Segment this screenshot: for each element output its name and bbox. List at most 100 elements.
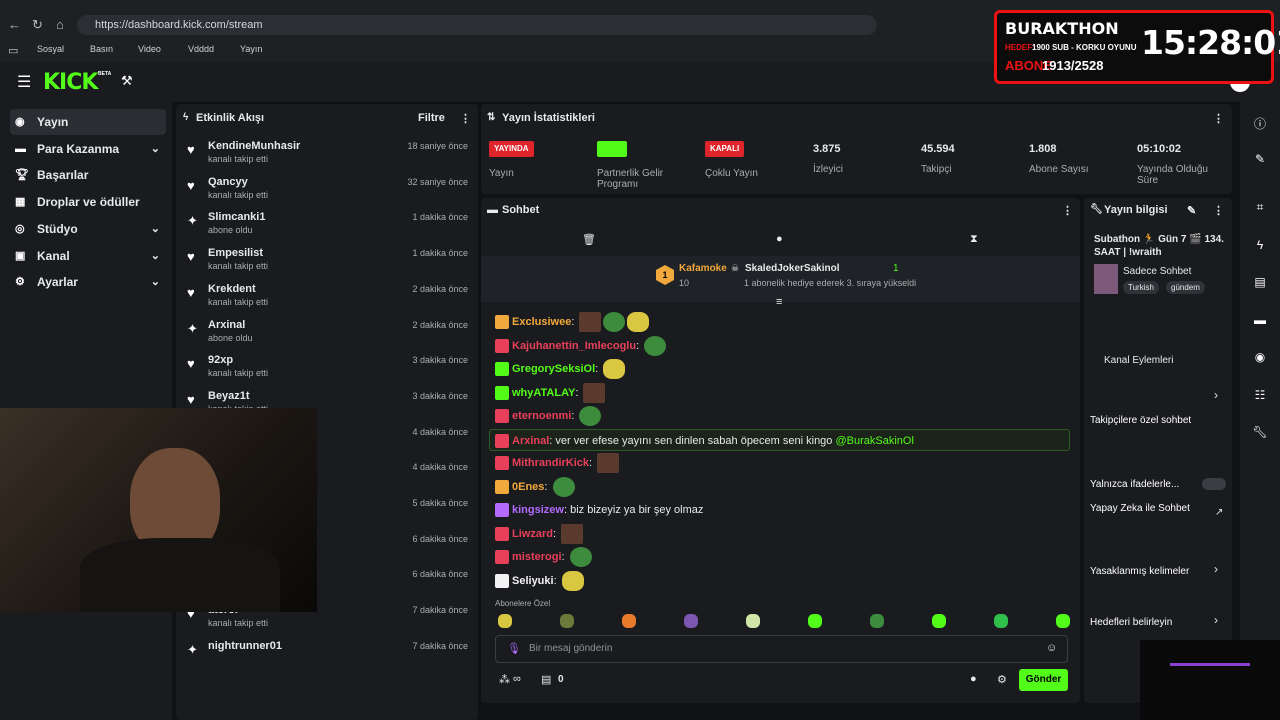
activity-item[interactable]: ✦ Slimcanki1 abone oldu 1 dakika önce xyxy=(187,211,472,245)
chat-emote[interactable] xyxy=(644,335,667,356)
chat-emote[interactable] xyxy=(603,359,626,380)
chat-username[interactable]: eternoenmi xyxy=(512,410,571,422)
home-icon[interactable]: ⌂ xyxy=(56,17,64,32)
sub-emote[interactable] xyxy=(746,614,760,628)
activity-item[interactable]: ♥ 92xp kanalı takip etti 3 dakika önce xyxy=(187,354,472,388)
chat-emote[interactable] xyxy=(627,312,650,333)
ai-chat[interactable]: Yapay Zeka ile Sohbet xyxy=(1090,503,1190,514)
tag[interactable]: gündem xyxy=(1166,281,1205,294)
crop-icon[interactable]: ⌗ xyxy=(1252,200,1268,216)
hourglass-icon[interactable]: ⧗ xyxy=(970,233,978,246)
address-bar[interactable]: https://dashboard.kick.com/stream xyxy=(77,15,877,35)
menu-icon[interactable]: ☰ xyxy=(17,72,31,92)
category-name[interactable]: Sadece Sohbet xyxy=(1123,266,1191,277)
points-icon[interactable]: ⁂ xyxy=(499,673,510,686)
gifter-name[interactable]: Kafamoke xyxy=(679,263,727,274)
activity-item[interactable]: ✦ Arxinal abone oldu 2 dakika önce xyxy=(187,319,472,353)
chat-username[interactable]: Kajuhanettin_Imlecoglu xyxy=(512,340,636,352)
kick-logo[interactable]: KICK xyxy=(43,70,98,95)
sidebar-item-yayin[interactable]: ◉ Yayın xyxy=(10,109,166,135)
bookmark-item[interactable]: Video xyxy=(138,44,161,54)
emote-only-chat[interactable]: Yalnızca ifadelerle... xyxy=(1090,479,1179,490)
sub-emote[interactable] xyxy=(1056,614,1070,628)
broadcast-icon[interactable]: ◉ xyxy=(1252,350,1268,366)
more-icon[interactable]: ⋮ xyxy=(1213,204,1224,217)
chat-emote[interactable] xyxy=(579,312,602,333)
activity-item[interactable]: ♥ Krekdent kanalı takip etti 2 dakika önce xyxy=(187,283,472,317)
chat-icon[interactable]: ▬ xyxy=(1252,313,1268,329)
edit-icon[interactable]: ✎ xyxy=(1187,204,1196,217)
bookmark-icon[interactable]: ▭ xyxy=(8,44,18,57)
activity-item[interactable]: ♥ KendineMunhasir kanalı takip etti 18 sani… xyxy=(187,140,472,174)
sidebar-item-droplar[interactable]: ▦ Droplar ve ödüller xyxy=(10,189,166,215)
chevron-right-icon[interactable]: › xyxy=(1214,562,1218,576)
activity-user[interactable]: Krekdent xyxy=(208,283,256,295)
hammer-icon[interactable]: ⚒ xyxy=(121,73,133,89)
store-icon[interactable]: ▤ xyxy=(541,673,551,686)
chat-bubble-icon[interactable]: ● xyxy=(776,233,783,245)
chat-username[interactable]: Liwzard xyxy=(512,528,553,540)
chat-emote[interactable] xyxy=(552,476,575,497)
activity-item[interactable]: ♥ Qancyy kanalı takip etti 32 saniye önce xyxy=(187,176,472,210)
chat-username[interactable]: misterogi xyxy=(512,551,562,563)
back-icon[interactable]: ← xyxy=(8,17,21,32)
chat-username[interactable]: GregorySeksiOl xyxy=(512,363,595,375)
chat-emote[interactable] xyxy=(579,406,602,427)
chat-emote[interactable] xyxy=(561,570,584,591)
activity-user[interactable]: KendineMunhasir xyxy=(208,140,300,152)
activity-user[interactable]: Empesilist xyxy=(208,247,263,259)
activity-user[interactable]: Arxinal xyxy=(208,319,245,331)
lightning-icon[interactable]: ϟ xyxy=(1252,238,1268,254)
chat-username[interactable]: 0Enes xyxy=(512,481,544,493)
refresh-icon[interactable]: ↻ xyxy=(32,17,43,33)
chat-bubble-icon[interactable]: ● xyxy=(970,673,977,685)
chat-username[interactable]: Arxinal xyxy=(512,435,549,447)
sidebar-item-kanal[interactable]: ▣ Kanal ⌄ xyxy=(10,243,166,269)
filter-button[interactable]: Filtre xyxy=(418,112,445,124)
chat-username[interactable]: kingsizew xyxy=(512,504,564,516)
bookmark-item[interactable]: Yayın xyxy=(240,44,262,54)
edit-icon[interactable]: ✎ xyxy=(1252,152,1268,168)
settings-icon[interactable]: ⚙ xyxy=(997,673,1007,686)
chat-username[interactable]: MithrandirKick xyxy=(512,457,589,469)
activity-user[interactable]: Qancyy xyxy=(208,176,248,188)
bookmark-item[interactable]: Sosyal xyxy=(37,44,64,54)
activity-user[interactable]: 92xp xyxy=(208,354,233,366)
activity-user[interactable]: nightrunner01 xyxy=(208,640,282,652)
sub-emote[interactable] xyxy=(560,614,574,628)
sub-emote[interactable] xyxy=(622,614,636,628)
emoji-icon[interactable]: ☺ xyxy=(1046,642,1057,654)
banned-words[interactable]: Yasaklanmış kelimeler xyxy=(1090,566,1189,577)
sub-emote[interactable] xyxy=(808,614,822,628)
chat-mention[interactable]: @BurakSakinOl xyxy=(835,435,913,447)
sidebar-item-para-kazanma[interactable]: ▬ Para Kazanma ⌄ xyxy=(10,136,166,162)
emote-only-toggle[interactable] xyxy=(1202,478,1226,490)
chat-username[interactable]: whyATALAY xyxy=(512,387,575,399)
sidebar-item-ayarlar[interactable]: ⚙ Ayarlar ⌄ xyxy=(10,269,166,295)
activity-user[interactable]: Slimcanki1 xyxy=(208,211,265,223)
chat-emote[interactable] xyxy=(583,382,606,403)
sub-emote[interactable] xyxy=(932,614,946,628)
sliders-icon[interactable]: ☷ xyxy=(1252,388,1268,404)
sub-emote[interactable] xyxy=(870,614,884,628)
sidebar-item-studyo[interactable]: ◎ Stüdyo ⌄ xyxy=(10,216,166,242)
activity-item[interactable]: ♥ Empesilist kanalı takip etti 1 dakika önc… xyxy=(187,247,472,281)
sub-emote[interactable] xyxy=(684,614,698,628)
sub-emote[interactable] xyxy=(994,614,1008,628)
sub-emote[interactable] xyxy=(498,614,512,628)
chat-username[interactable]: Exclusiwee xyxy=(512,316,571,328)
bookmark-item[interactable]: Basın xyxy=(90,44,113,54)
document-icon[interactable]: ▤ xyxy=(1252,275,1268,291)
sidebar-item-basarilar[interactable]: 🏆︎ Başarılar xyxy=(10,162,166,188)
wrench-icon[interactable]: 🔧︎ xyxy=(1252,425,1268,441)
followers-only-chat[interactable]: Takipçilere özel sohbet xyxy=(1090,415,1191,426)
activity-item[interactable]: ✦ nightrunner01 7 dakika önce xyxy=(187,640,472,674)
external-link-icon[interactable]: ↗ xyxy=(1215,507,1223,518)
set-goals[interactable]: Hedefleri belirleyin xyxy=(1090,617,1172,628)
chat-emote[interactable] xyxy=(597,453,620,474)
chevron-right-icon[interactable]: › xyxy=(1214,388,1218,402)
info-icon[interactable]: ⓘ xyxy=(1252,115,1268,131)
collapse-icon[interactable]: ≡ xyxy=(776,296,782,308)
gift-user[interactable]: SkaledJokerSakinol xyxy=(745,263,840,274)
mic-icon[interactable]: 🎙︎ xyxy=(507,642,521,655)
